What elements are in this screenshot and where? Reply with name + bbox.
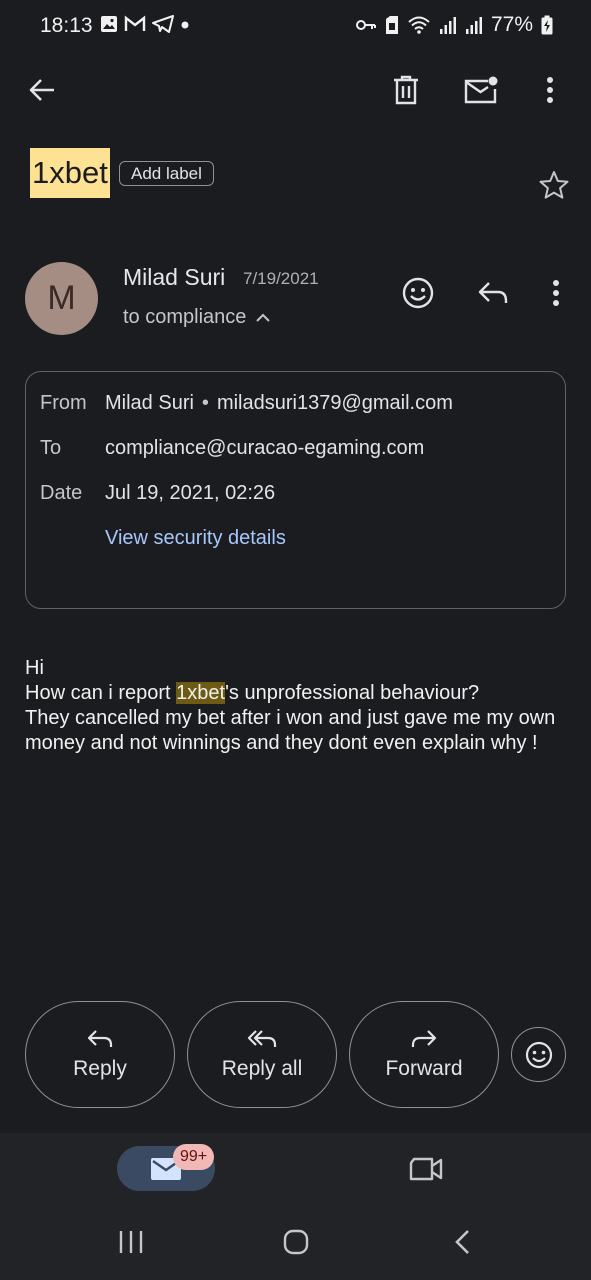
- body-greeting: Hi: [25, 657, 44, 679]
- email-subject: 1xbet: [30, 148, 110, 198]
- star-icon: [539, 171, 569, 199]
- trash-icon: [394, 75, 418, 105]
- back-button[interactable]: [22, 70, 62, 110]
- body-rest: They cancelled my bet after i won and ju…: [25, 707, 556, 754]
- wifi-icon: [408, 16, 430, 34]
- system-back-button[interactable]: [442, 1222, 482, 1262]
- message-more-button[interactable]: [536, 273, 576, 313]
- avatar[interactable]: M: [25, 262, 98, 335]
- reply-label: Reply: [73, 1056, 127, 1080]
- forward-button[interactable]: Forward: [349, 1001, 499, 1108]
- more-options-button[interactable]: [530, 70, 570, 110]
- status-system-icons: 77%: [355, 13, 553, 37]
- body-line-pre: How can i report: [25, 682, 177, 704]
- battery-charging-icon: [541, 15, 553, 35]
- reply-all-label: Reply all: [221, 1056, 303, 1080]
- body-line-post: 's unprofessional behaviour?: [225, 682, 480, 704]
- reply-header-button[interactable]: [473, 273, 513, 313]
- forward-icon: [411, 1029, 437, 1047]
- signal-2-icon: [465, 17, 482, 34]
- message-details-card: From Milad Suri • miladsuri1379@gmail.co…: [25, 371, 566, 609]
- mail-unread-icon: [464, 76, 498, 104]
- react-emoji-button[interactable]: [511, 1027, 566, 1082]
- sim-icon: [385, 16, 398, 34]
- sender-date: 7/19/2021: [243, 269, 319, 288]
- recipients-toggle[interactable]: to compliance: [123, 306, 271, 329]
- battery-level: 77%: [490, 13, 533, 36]
- to-label: To: [40, 437, 62, 459]
- reply-icon: [478, 282, 508, 303]
- home-button[interactable]: [276, 1222, 316, 1262]
- body-line-2: How can i report 1xbet's unprofessional …: [25, 681, 570, 706]
- unread-count-badge: 99+: [173, 1144, 215, 1170]
- recent-apps-icon: [119, 1231, 143, 1253]
- date-value: Jul 19, 2021, 02:26: [105, 482, 276, 504]
- arrow-back-icon: [29, 79, 54, 101]
- add-reaction-button[interactable]: [398, 273, 438, 313]
- emoji-icon: [402, 277, 434, 309]
- video-camera-icon: [409, 1157, 443, 1181]
- from-name: Milad Suri: [105, 392, 194, 414]
- add-label-button[interactable]: Add label: [119, 161, 214, 186]
- to-email[interactable]: compliance@curacao-egaming.com: [105, 437, 424, 460]
- separator-dot: •: [201, 392, 209, 414]
- message-body: Hi How can i report 1xbet's unprofession…: [25, 656, 570, 756]
- delete-button[interactable]: [386, 70, 426, 110]
- telegram-icon: [152, 15, 174, 33]
- gmail-icon: [124, 15, 146, 31]
- to-line-text: to compliance: [123, 306, 247, 328]
- more-vert-icon: [553, 280, 559, 306]
- star-button[interactable]: [534, 165, 574, 205]
- signal-1-icon: [439, 17, 456, 34]
- sender-name: Milad Suri: [123, 264, 226, 290]
- date-label: Date: [40, 482, 83, 504]
- reply-icon: [87, 1029, 113, 1047]
- home-icon: [283, 1229, 309, 1255]
- dot-icon: [181, 21, 189, 29]
- reply-button[interactable]: Reply: [25, 1001, 175, 1108]
- emoji-icon: [525, 1041, 552, 1068]
- forward-label: Forward: [385, 1056, 463, 1080]
- key-icon: [355, 20, 376, 30]
- reply-all-icon: [247, 1029, 277, 1047]
- from-email[interactable]: miladsuri1379@gmail.com: [217, 392, 453, 415]
- more-vert-icon: [547, 77, 553, 103]
- status-notification-icons: [100, 15, 190, 33]
- from-label: From: [40, 392, 87, 414]
- chevron-up-icon: [256, 313, 271, 322]
- gallery-icon: [101, 16, 117, 32]
- chevron-left-icon: [455, 1230, 469, 1254]
- mark-unread-button[interactable]: [460, 70, 502, 110]
- reply-all-button[interactable]: Reply all: [187, 1001, 337, 1108]
- view-security-details-link[interactable]: View security details: [105, 527, 286, 550]
- status-time: 18:13: [40, 14, 93, 37]
- recent-apps-button[interactable]: [111, 1222, 151, 1262]
- from-value: Milad Suri • miladsuri1379@gmail.com: [105, 392, 453, 415]
- body-search-highlight: 1xbet: [176, 682, 226, 704]
- nav-meet-tab[interactable]: [404, 1149, 448, 1189]
